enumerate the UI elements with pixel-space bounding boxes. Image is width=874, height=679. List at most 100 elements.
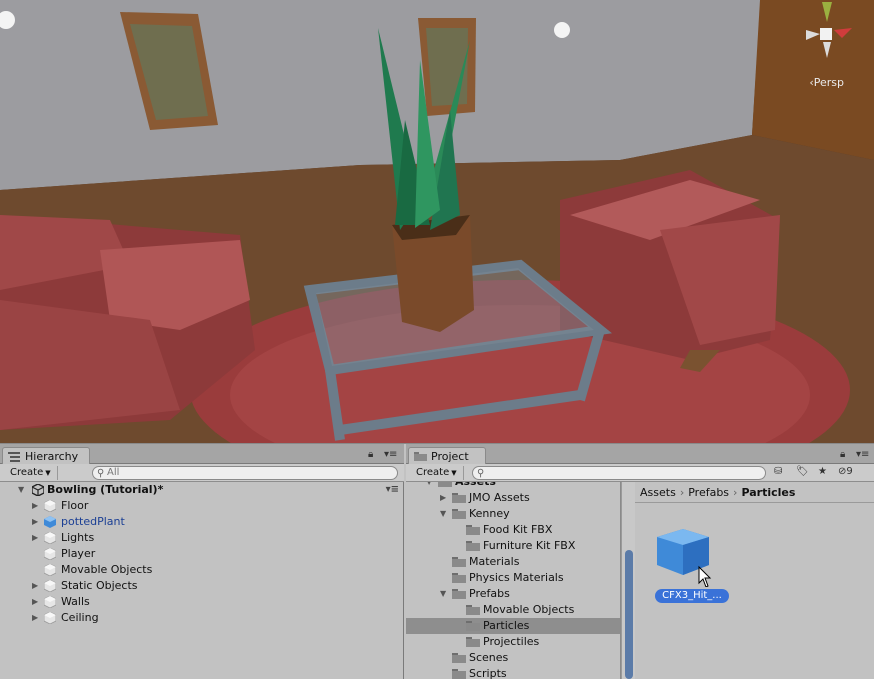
tree-folder-label: Projectiles xyxy=(483,635,540,648)
tree-folder-label: Physics Materials xyxy=(469,571,564,584)
tree-folder-label: Scenes xyxy=(469,651,509,664)
hierarchy-create-button[interactable]: Create ▼ xyxy=(4,466,58,480)
search-icon: ⚲ xyxy=(477,468,485,479)
folder-icon xyxy=(452,557,466,567)
hierarchy-item-label: pottedPlant xyxy=(61,515,125,528)
panel-menu-icon[interactable]: ▾≡ xyxy=(384,449,397,460)
breadcrumb-item-prefabs[interactable]: Prefabs xyxy=(688,486,729,499)
folder-icon xyxy=(452,509,466,519)
expand-arrow-icon[interactable]: ▼ xyxy=(18,482,24,498)
tree-folder-item[interactable]: ▼ Assets xyxy=(406,482,620,490)
folder-icon xyxy=(438,482,452,487)
prefab-cube-icon xyxy=(657,529,712,588)
tree-folder-label: Scripts xyxy=(469,667,507,679)
lock-icon[interactable]: 🔒︎ xyxy=(840,449,845,460)
tree-folder-item[interactable]: Furniture Kit FBX xyxy=(406,538,620,554)
scene-name: Bowling (Tutorial)* xyxy=(47,483,164,496)
tree-folder-item[interactable]: Materials xyxy=(406,554,620,570)
tree-folder-item[interactable]: ▼ Prefabs xyxy=(406,586,620,602)
tree-folder-item[interactable]: Particles xyxy=(406,618,620,634)
tree-folder-item[interactable]: ▼ Kenney xyxy=(406,506,620,522)
hierarchy-item-label: Lights xyxy=(61,531,95,544)
asset-label: CFX3_Hit_... xyxy=(655,589,729,603)
expand-arrow-icon[interactable]: ▶ xyxy=(32,498,38,514)
expand-arrow-icon[interactable]: ▼ xyxy=(440,506,446,522)
tree-folder-item[interactable]: ▶ JMO Assets xyxy=(406,490,620,506)
expand-arrow-icon[interactable]: ▶ xyxy=(32,594,38,610)
lock-icon[interactable]: 🔒︎ xyxy=(368,449,373,460)
hierarchy-item[interactable]: Movable Objects xyxy=(0,562,404,578)
project-create-button[interactable]: Create ▼ xyxy=(410,466,464,480)
folder-icon xyxy=(466,621,480,631)
hierarchy-item[interactable]: ▶ Floor xyxy=(0,498,404,514)
tree-folder-item[interactable]: Scripts xyxy=(406,666,620,679)
scene-root-row[interactable]: ▼ Bowling (Tutorial)* ▾≡ xyxy=(0,482,404,498)
hierarchy-item[interactable]: ▶ pottedPlant xyxy=(0,514,404,530)
search-by-label-icon[interactable]: 🏷︎ xyxy=(796,466,809,480)
breadcrumb-item-assets[interactable]: Assets xyxy=(640,486,676,499)
tab-project[interactable]: Project xyxy=(408,447,486,465)
scene-render[interactable] xyxy=(0,0,874,443)
project-search-input[interactable]: ⚲ xyxy=(472,466,766,480)
gameobject-cube-icon xyxy=(44,548,56,560)
hidden-count: 9 xyxy=(846,466,853,477)
scene-menu-icon[interactable]: ▾≡ xyxy=(386,482,399,498)
unity-scene-icon xyxy=(32,484,44,496)
expand-arrow-icon[interactable]: ▶ xyxy=(32,530,38,546)
tree-folder-item[interactable]: Food Kit FBX xyxy=(406,522,620,538)
search-by-type-icon[interactable]: ⛁ xyxy=(774,466,782,480)
tree-scrollbar-thumb[interactable] xyxy=(625,550,633,679)
project-tabbar: Project 🔒︎ ▾≡ xyxy=(406,444,874,465)
hierarchy-panel: Hierarchy 🔒︎ ▾≡ Create ▼ ⚲ All ▼ Bowling … xyxy=(0,444,404,679)
folder-icon xyxy=(466,541,480,551)
gameobject-cube-icon xyxy=(44,612,56,624)
expand-arrow-icon[interactable]: ▶ xyxy=(440,490,446,506)
scene-view[interactable]: ‹Persp xyxy=(0,0,874,443)
project-create-label: Create xyxy=(416,467,450,478)
tree-scrollbar[interactable] xyxy=(621,482,635,679)
hierarchy-item-label: Static Objects xyxy=(61,579,138,592)
hierarchy-item-label: Movable Objects xyxy=(61,563,153,576)
hierarchy-list: ▼ Bowling (Tutorial)* ▾≡ ▶ Floor ▶ pottedPl… xyxy=(0,482,404,626)
gameobject-cube-icon xyxy=(44,500,56,512)
projection-label[interactable]: ‹Persp xyxy=(809,76,844,89)
hierarchy-item[interactable]: ▶ Lights xyxy=(0,530,404,546)
folder-icon xyxy=(452,653,466,663)
expand-arrow-icon[interactable]: ▶ xyxy=(32,578,38,594)
folder-icon xyxy=(466,605,480,615)
tree-folder-label: Prefabs xyxy=(469,587,510,600)
tree-folder-item[interactable]: Movable Objects xyxy=(406,602,620,618)
favorites-star-icon[interactable]: ★ xyxy=(818,466,827,480)
gameobject-cube-icon xyxy=(44,596,56,608)
folder-icon xyxy=(466,637,480,647)
asset-item[interactable]: CFX3_Hit_... xyxy=(645,517,729,603)
gameobject-cube-icon xyxy=(44,580,56,592)
chevron-right-icon: › xyxy=(679,486,685,499)
expand-arrow-icon[interactable]: ▼ xyxy=(426,482,432,490)
tree-folder-item[interactable]: Physics Materials xyxy=(406,570,620,586)
chevron-right-icon: › xyxy=(733,486,738,499)
tree-folder-item[interactable]: Projectiles xyxy=(406,634,620,650)
editor-bottom-area: Hierarchy 🔒︎ ▾≡ Create ▼ ⚲ All ▼ Bowling … xyxy=(0,443,874,679)
tree-folder-item[interactable]: Scenes xyxy=(406,650,620,666)
expand-arrow-icon[interactable]: ▶ xyxy=(32,610,38,626)
hierarchy-item-label: Player xyxy=(61,547,96,560)
hidden-packages-button[interactable]: ⊘9 xyxy=(838,466,853,480)
chevron-down-icon: ▼ xyxy=(451,469,457,477)
hierarchy-item[interactable]: Player xyxy=(0,546,404,562)
panel-menu-icon[interactable]: ▾≡ xyxy=(856,449,869,460)
hierarchy-item-label: Floor xyxy=(61,499,89,512)
project-folder-tree: ▼ Assets ▶ JMO Assets ▼ Kenney Food Kit FBX Fur… xyxy=(406,482,621,679)
hierarchy-item[interactable]: ▶ Walls xyxy=(0,594,404,610)
hierarchy-item[interactable]: ▶ Ceiling xyxy=(0,610,404,626)
hierarchy-item[interactable]: ▶ Static Objects xyxy=(0,578,404,594)
tree-folder-label: Kenney xyxy=(469,507,510,520)
search-icon: ⚲ xyxy=(97,468,105,479)
expand-arrow-icon[interactable]: ▼ xyxy=(440,586,446,602)
tab-hierarchy[interactable]: Hierarchy xyxy=(2,447,90,465)
hierarchy-search-input[interactable]: ⚲ All xyxy=(92,466,398,480)
hierarchy-item-label: Walls xyxy=(61,595,90,608)
breadcrumb-item-particles[interactable]: Particles xyxy=(741,486,795,499)
expand-arrow-icon[interactable]: ▶ xyxy=(32,514,38,530)
tree-folder-label: Materials xyxy=(469,555,520,568)
